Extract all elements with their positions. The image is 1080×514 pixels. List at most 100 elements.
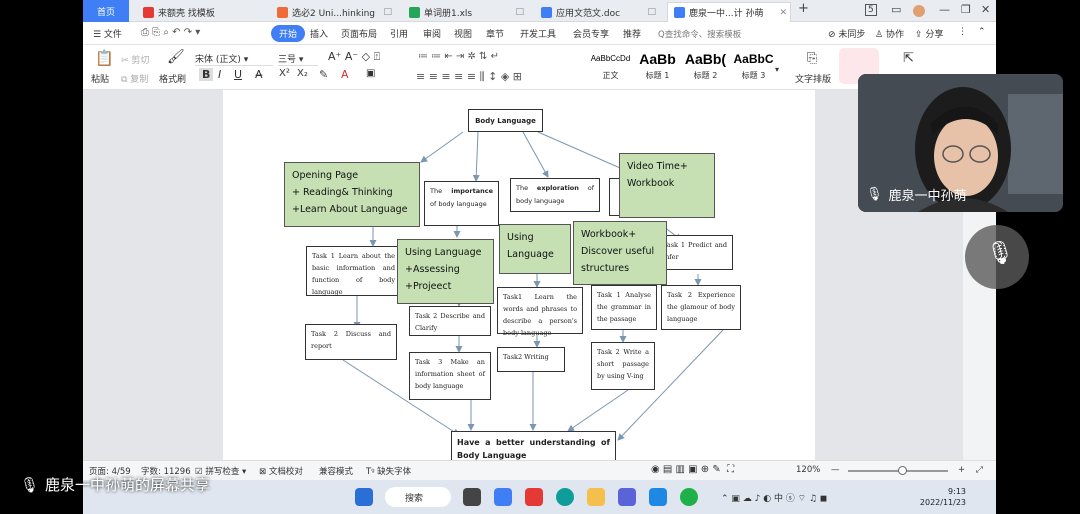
format-painter-icon[interactable]: 🖌: [167, 49, 185, 65]
align-buttons[interactable]: ≡ ≡ ≡ ≡ ≡ ⫼ ↕ ◈ ⊞: [416, 70, 522, 84]
font-grow-shrink-icons[interactable]: A⁺ A⁻ ◇ ⍐: [328, 50, 380, 64]
taskbar: 搜索 ⌃ ▣ ☁ ♪ ◐ 中 ⓢ ⌔ ♫ ◼ 9:13 2022/11/23: [83, 480, 996, 514]
zoom-slider-thumb[interactable]: [898, 466, 907, 475]
restore-button[interactable]: ❐: [961, 3, 971, 16]
node-task1-analyse: Task 1 Analyse the grammar in the passag…: [591, 285, 657, 330]
spellcheck-label: 拼写检查 ▾: [205, 467, 247, 477]
tab-xls[interactable]: 单词册1.xls □: [403, 2, 529, 22]
menu-member[interactable]: 会员专享: [573, 27, 609, 40]
menu-chapter[interactable]: 章节: [486, 27, 504, 40]
participant-video[interactable]: 🎙 鹿泉一中孙萌: [858, 74, 1063, 212]
bold-button[interactable]: B: [199, 68, 214, 81]
tab-doc-essay[interactable]: 应用文范文.doc □: [535, 2, 661, 22]
more-icon[interactable]: ⋮: [958, 27, 967, 37]
tab-active-doc[interactable]: 鹿泉一中...计 孙萌 ✕: [667, 2, 791, 22]
close-window-button[interactable]: ✕: [981, 3, 990, 16]
collab-button[interactable]: ♙ 协作: [875, 27, 904, 40]
sync-status[interactable]: ⊘ 未同步: [828, 27, 865, 40]
command-search[interactable]: Q查找命令、搜索模板: [658, 26, 773, 41]
doc-file-icon: [674, 7, 685, 18]
menu-page-layout[interactable]: 页面布局: [341, 27, 377, 40]
start-icon[interactable]: [355, 488, 373, 506]
font-name-select[interactable]: 宋体 (正文) ▾: [195, 52, 273, 66]
highlight-button[interactable]: ✎: [319, 68, 328, 81]
floating-mic-button[interactable]: 🎙: [965, 225, 1029, 289]
menu-review[interactable]: 审阅: [423, 27, 441, 40]
superscript-button[interactable]: X²: [279, 68, 290, 79]
compat-mode[interactable]: 兼容模式: [319, 465, 353, 477]
view-mode-icons[interactable]: ◉ ▤ ▥ ▣ ⊕ ✎ ⛶: [651, 464, 734, 475]
app-icon-3[interactable]: [649, 488, 667, 506]
tab-home[interactable]: 首页: [83, 0, 129, 22]
italic-button[interactable]: I: [218, 68, 221, 81]
tab-close-icon[interactable]: □: [515, 7, 524, 17]
fullscreen-icon[interactable]: ⤢: [976, 465, 983, 475]
clock[interactable]: 9:13 2022/11/23: [920, 486, 966, 508]
task-view-icon[interactable]: [463, 488, 481, 506]
menu-references[interactable]: 引用: [390, 27, 408, 40]
text-layout-icon[interactable]: ⎘: [807, 51, 817, 66]
menu-start[interactable]: 开始: [271, 25, 306, 42]
node-task2-writing: Task2 Writing: [497, 347, 565, 372]
wps-logo-icon: [143, 6, 154, 18]
styles-expand-icon[interactable]: ▾: [775, 65, 779, 74]
style-heading-3-preview: AaBbC: [733, 52, 774, 66]
share-button[interactable]: ⇪ 分享: [915, 27, 943, 40]
microphone-icon: 🎙: [20, 475, 40, 494]
node-using-language: Using Language: [499, 224, 571, 274]
layout-icon[interactable]: ▭: [891, 3, 901, 16]
tab-ppt[interactable]: 选必2 Uni...hinking □: [271, 2, 397, 22]
style-heading-2[interactable]: AaBb(标题 2: [683, 48, 728, 86]
new-tab-button[interactable]: +: [798, 1, 809, 16]
zoom-in-button[interactable]: +: [958, 465, 965, 475]
quick-access-icons[interactable]: ⎙ ⎘ ⌕ ↶ ↷ ▾: [141, 27, 200, 38]
subscript-button[interactable]: X₂: [297, 68, 308, 79]
format-painter-button[interactable]: 格式刷: [159, 72, 186, 85]
folder-icon[interactable]: [587, 488, 605, 506]
strikethrough-button[interactable]: A̶: [255, 68, 263, 81]
style-heading-3[interactable]: AaBbC 标题 3: [731, 48, 776, 86]
cut-button[interactable]: ✂ 剪切: [121, 53, 149, 66]
copy-button[interactable]: ⧉ 复制: [121, 72, 148, 85]
tab-template[interactable]: 来额壳 找模板: [137, 2, 263, 22]
font-color-button[interactable]: A: [341, 68, 349, 81]
paste-icon[interactable]: 📋: [95, 49, 114, 67]
font-name-value: 宋体 (正文): [195, 55, 241, 65]
app-icon-2[interactable]: [618, 488, 636, 506]
node-task2-experience: Task 2 Experience the glamour of body la…: [661, 285, 741, 330]
tab-close-icon[interactable]: □: [383, 7, 392, 17]
node-task3-make: Task 3 Make an information sheet of body…: [409, 352, 491, 400]
document-page[interactable]: Body Language The importance of body lan…: [223, 90, 815, 465]
style-heading-1[interactable]: AaBb 标题 1: [635, 48, 680, 86]
avatar[interactable]: [913, 5, 925, 17]
doc-check-button[interactable]: ⊠ 文档校对: [259, 465, 303, 477]
list-buttons[interactable]: ≔ ≔ ⇤ ⇥ ✲ ⇅ ↵: [418, 51, 499, 62]
zoom-level[interactable]: 120%: [796, 465, 820, 475]
select-cursor-icon[interactable]: ⇱: [903, 51, 914, 66]
menu-insert[interactable]: 插入: [310, 27, 328, 40]
wechat-icon[interactable]: [680, 488, 698, 506]
workspace-button[interactable]: 5: [865, 4, 877, 16]
tab-close-icon[interactable]: ✕: [779, 8, 787, 18]
zoom-out-button[interactable]: —: [831, 465, 840, 475]
missing-font-button[interactable]: Tꝰ 缺失字体: [366, 465, 411, 477]
file-menu[interactable]: ☰ 文件: [93, 27, 122, 40]
menu-recommend[interactable]: 推荐: [623, 27, 641, 40]
font-size-select[interactable]: 三号 ▾: [278, 52, 318, 66]
tab-close-icon[interactable]: □: [647, 7, 656, 17]
style-normal[interactable]: AaBbCcDd 正文: [588, 48, 633, 86]
char-border-button[interactable]: ▣: [366, 68, 375, 79]
edge-icon[interactable]: [556, 488, 574, 506]
menu-developer[interactable]: 开发工具: [520, 27, 556, 40]
menu-view[interactable]: 视图: [454, 27, 472, 40]
text-layout-button[interactable]: 文字排版: [795, 72, 831, 85]
tray-icons[interactable]: ⌃ ▣ ☁ ♪ ◐ 中 ⓢ ⌔ ♫ ◼: [721, 491, 827, 504]
zoom-slider[interactable]: [848, 466, 948, 475]
minimize-button[interactable]: —: [939, 3, 950, 16]
app-icon-1[interactable]: [494, 488, 512, 506]
collapse-ribbon-icon[interactable]: ⌃: [978, 27, 986, 37]
paste-button[interactable]: 粘贴: [91, 72, 109, 85]
wps-icon[interactable]: [525, 488, 543, 506]
taskbar-search[interactable]: 搜索: [385, 487, 451, 507]
underline-button[interactable]: U: [234, 68, 242, 81]
